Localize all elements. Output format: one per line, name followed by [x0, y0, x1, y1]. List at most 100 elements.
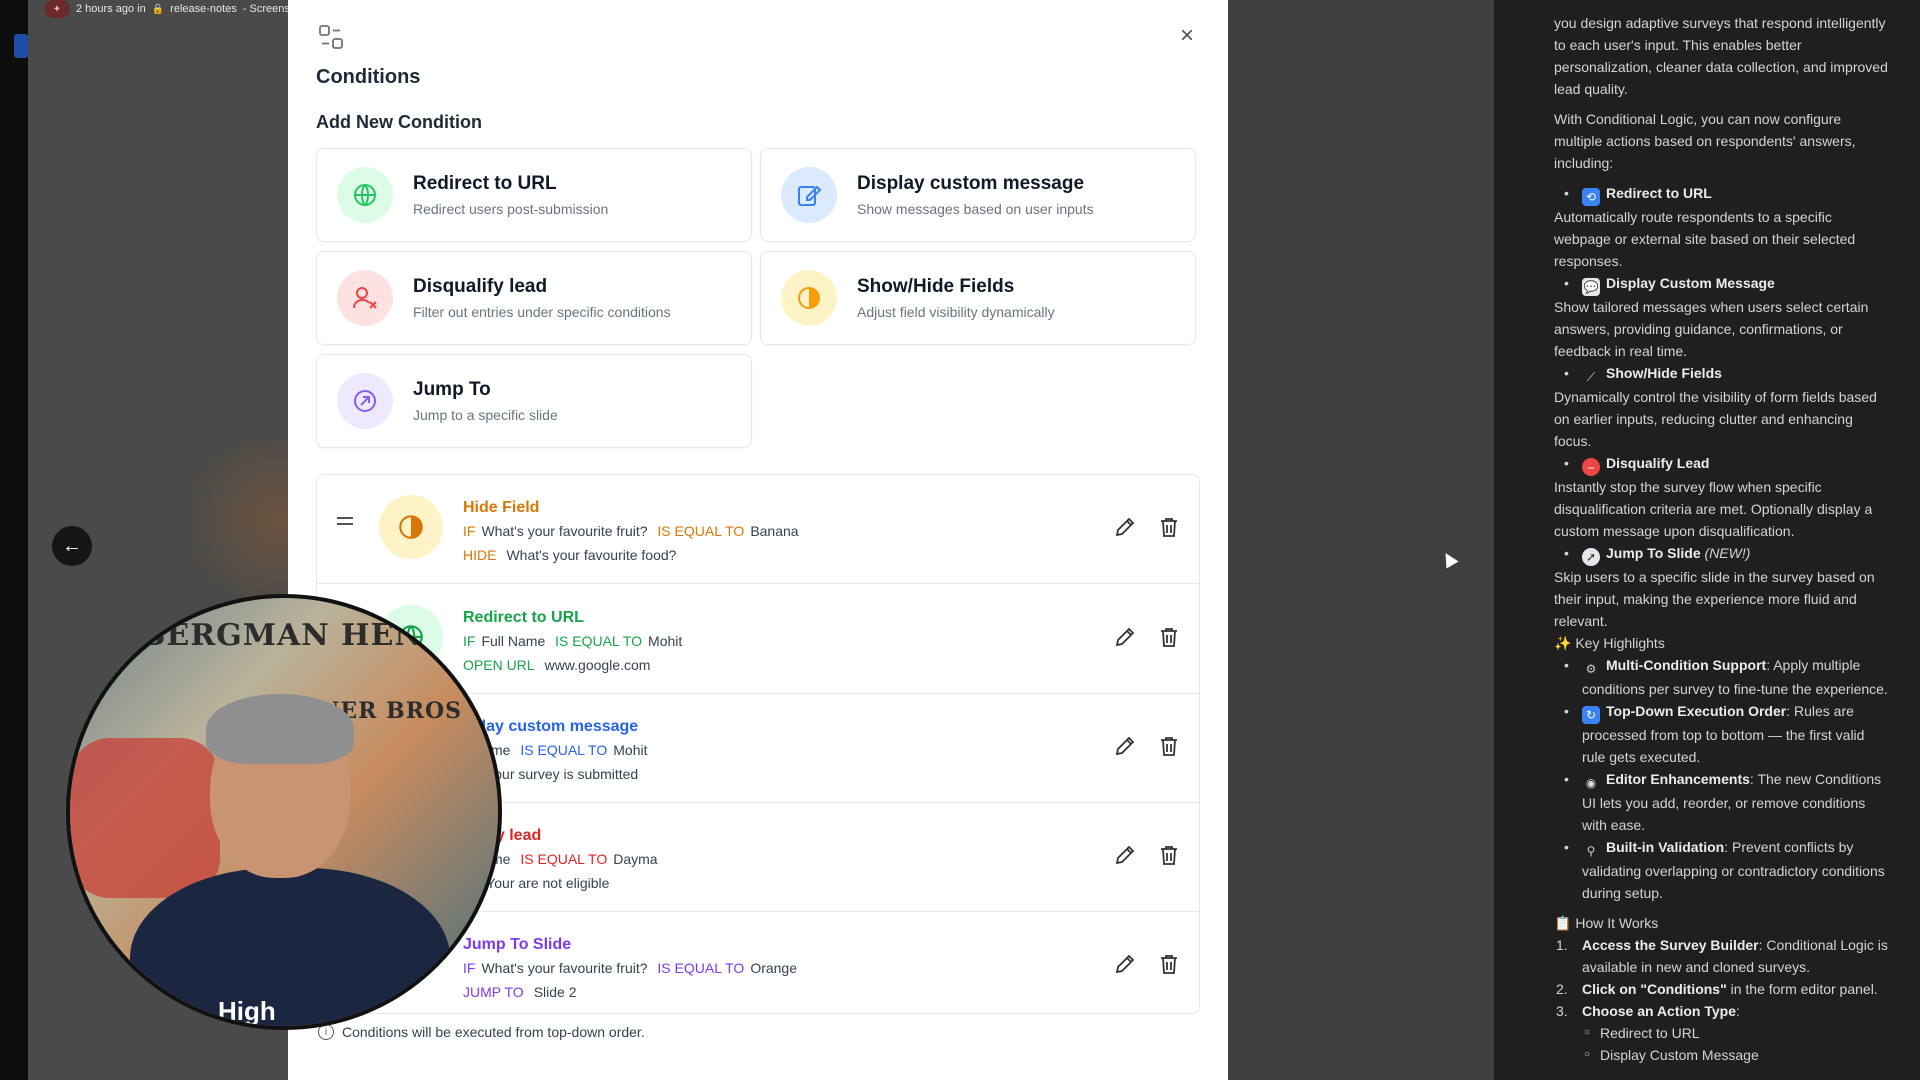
option-disqualify-lead[interactable]: Disqualify lead Filter out entries under… — [316, 251, 752, 345]
feature-desc: Dynamically control the visibility of fo… — [1554, 389, 1877, 449]
operator: IS EQUAL TO — [555, 633, 643, 649]
drag-handle-icon[interactable] — [337, 517, 353, 529]
highlight-item: ↻Top-Down Execution Order: Rules are pro… — [1554, 700, 1890, 768]
how-heading: 📋 How It Works — [1554, 915, 1659, 931]
operator: IS EQUAL TO — [520, 851, 608, 867]
avatar: ✦ — [44, 0, 70, 18]
close-button[interactable]: × — [1175, 24, 1199, 48]
action-value: What's your favourite food? — [506, 547, 677, 563]
condition-row[interactable]: Hide Field IF What's your favourite fruit… — [317, 475, 1199, 584]
edit-icon[interactable] — [1113, 625, 1137, 649]
trash-icon[interactable] — [1157, 952, 1181, 976]
channel-name[interactable]: release-notes — [170, 3, 237, 15]
webcam-overlay: BERGMAN HEN RNER BROS High — [66, 594, 502, 1030]
conditions-logo-icon — [319, 25, 343, 49]
option-desc: Adjust field visibility dynamically — [857, 304, 1055, 320]
edit-icon[interactable] — [1113, 515, 1137, 539]
substep-item: Display Custom Message — [1554, 1044, 1890, 1066]
option-desc: Jump to a specific slide — [413, 407, 558, 423]
option-desc: Show messages based on user inputs — [857, 201, 1094, 217]
option-jump-to[interactable]: Jump To Jump to a specific slide — [316, 354, 752, 448]
back-arrow-button[interactable]: ← — [52, 526, 92, 566]
refresh-icon: ↻ — [1582, 706, 1600, 724]
speech-icon: 💬 — [1582, 278, 1600, 296]
trash-icon[interactable] — [1157, 515, 1181, 539]
globe-icon — [337, 167, 393, 223]
condition-if-line: IFWhat's your favourite fruit? IS EQUAL … — [463, 960, 797, 976]
option-display-message[interactable]: Display custom message Show messages bas… — [760, 148, 1196, 242]
lock-icon: 🔒 — [151, 3, 165, 15]
presenter-body — [130, 868, 450, 1026]
operator: IS EQUAL TO — [520, 742, 608, 758]
workspace-icon[interactable] — [14, 34, 28, 58]
feature-name: Show/Hide Fields — [1606, 365, 1722, 381]
operator: IS EQUAL TO — [657, 523, 745, 539]
gear-icon: ⚙ — [1585, 662, 1597, 676]
highlights-heading: ✨ Key Highlights — [1554, 635, 1665, 651]
clipboard-icon: 📋 — [1554, 915, 1576, 931]
option-desc: Redirect users post-submission — [413, 201, 609, 217]
sparkles-icon: ✨ — [1554, 635, 1576, 651]
left-rail — [0, 0, 28, 1080]
if-keyword: IF — [463, 523, 476, 539]
poster-red-shape — [70, 738, 220, 898]
trash-icon[interactable] — [1157, 625, 1181, 649]
action-value: www.google.com — [544, 657, 651, 673]
presenter-hair — [206, 694, 354, 764]
edit-icon[interactable] — [1113, 843, 1137, 867]
magnifier-icon: ⚲ — [1586, 844, 1596, 858]
value: Mohit — [613, 742, 648, 758]
feature-tag: (NEW!) — [1704, 545, 1751, 561]
edit-icon[interactable] — [1113, 952, 1137, 976]
feature-name: Display Custom Message — [1606, 275, 1775, 291]
eye-icon: ◉ — [1585, 776, 1597, 790]
condition-title: Hide Field — [463, 499, 540, 516]
highlight-item: ⚙Multi-Condition Support: Apply multiple… — [1554, 654, 1890, 700]
step-item: 1. Access the Survey Builder: Conditional… — [1556, 937, 1888, 975]
highlights-list: ⚙Multi-Condition Support: Apply multiple… — [1554, 654, 1890, 904]
edit-icon — [781, 167, 837, 223]
step-item: 3. Choose an Action Type: — [1556, 1003, 1740, 1019]
feature-item: 💬 Display Custom Message — [1554, 272, 1890, 296]
steps-list: 1. Access the Survey Builder: Conditional… — [1554, 934, 1890, 1022]
condition-if-line: IF What's your favourite fruit? IS EQUAL … — [463, 523, 799, 539]
poster-text: BERGMAN HEN — [140, 618, 423, 653]
substep-item: Redirect to URL — [1554, 1022, 1890, 1044]
option-title: Disqualify lead — [413, 276, 548, 297]
operator: IS EQUAL TO — [657, 960, 745, 976]
feature-name: Redirect to URL — [1606, 185, 1712, 201]
feature-item: –Disqualify Lead — [1554, 452, 1890, 476]
redirect-icon: ⟲ — [1582, 188, 1600, 206]
trash-icon[interactable] — [1157, 843, 1181, 867]
action-value: Slide 2 — [533, 984, 577, 1000]
no-entry-icon: – — [1582, 458, 1600, 476]
action-value: Your are not eligible — [486, 875, 610, 891]
shirt-logo: High — [218, 996, 276, 1026]
value: Mohit — [648, 633, 683, 649]
option-title: Show/Hide Fields — [857, 276, 1015, 297]
field-name: What's your favourite fruit? — [481, 523, 648, 539]
contrast-icon — [379, 495, 443, 559]
add-condition-title: Add New Condition — [316, 112, 482, 132]
feature-name: Jump To Slide — [1606, 545, 1701, 561]
wand-icon: ⟋ — [1586, 370, 1596, 384]
post-time: 2 hours ago in — [76, 3, 146, 15]
value: Banana — [750, 523, 799, 539]
feature-item: ➚ Jump To Slide (NEW!) — [1554, 542, 1890, 566]
option-title: Display custom message — [857, 173, 1085, 194]
edit-icon[interactable] — [1113, 734, 1137, 758]
execution-order-note: i Conditions will be executed from top-d… — [318, 1024, 645, 1040]
highlight-item: ⚲Built-in Validation: Prevent conflicts … — [1554, 836, 1890, 904]
feature-item: ⟋ Show/Hide Fields — [1554, 362, 1890, 386]
option-show-hide-fields[interactable]: Show/Hide Fields Adjust field visibility… — [760, 251, 1196, 345]
release-notes-panel: you design adaptive surveys that respond… — [1494, 0, 1920, 1080]
step-item: 2. Click on "Conditions" in the form edit… — [1556, 981, 1878, 997]
compass-icon: ➚ — [1582, 548, 1600, 566]
feature-name: Disqualify Lead — [1606, 455, 1710, 471]
condition-action-line: HIDE What's your favourite food? — [463, 547, 676, 563]
trash-icon[interactable] — [1157, 734, 1181, 758]
option-redirect-url[interactable]: Redirect to URL Redirect users post-subm… — [316, 148, 752, 242]
highlight-item: ◉Editor Enhancements: The new Conditions… — [1554, 768, 1890, 836]
feature-desc: Show tailored messages when users select… — [1554, 299, 1869, 359]
option-title: Redirect to URL — [413, 173, 557, 194]
